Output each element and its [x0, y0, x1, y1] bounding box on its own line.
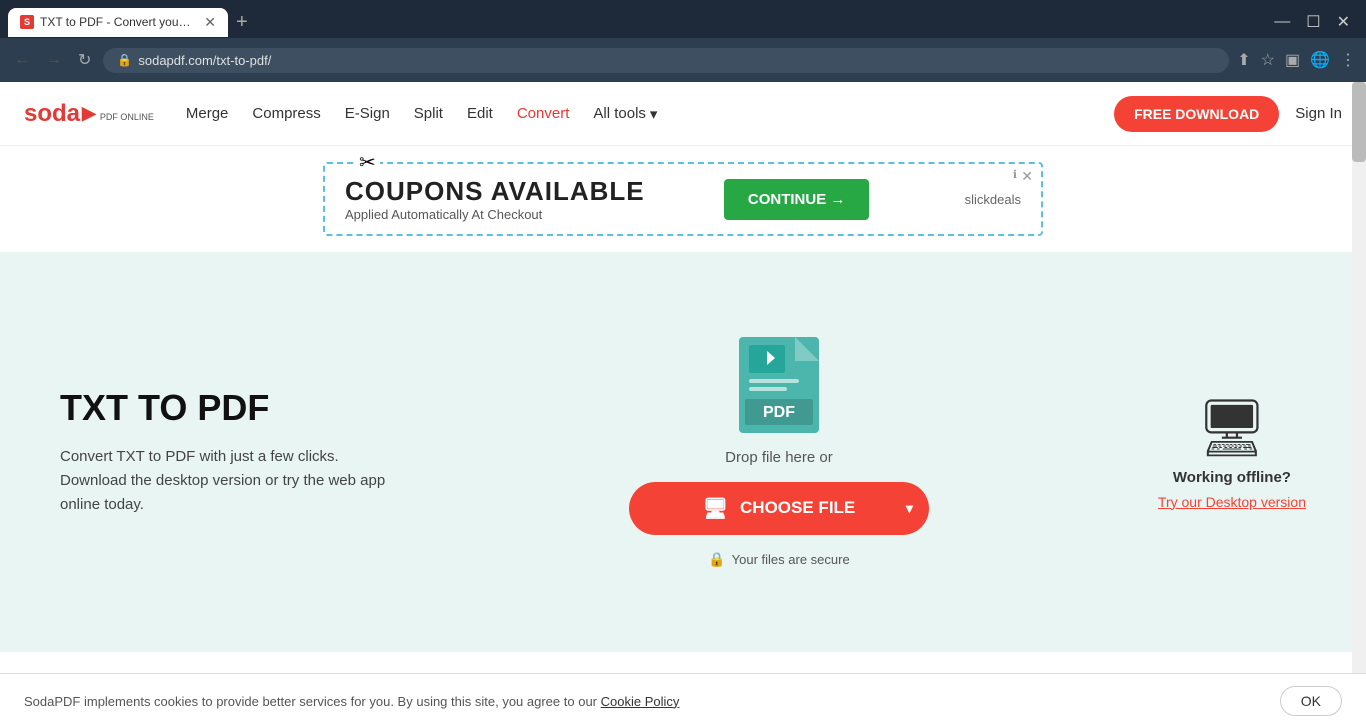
secure-label: Your files are secure — [732, 552, 850, 567]
page-heading: TXT TO PDF — [60, 387, 400, 429]
maximize-icon[interactable]: ☐ — [1306, 12, 1320, 32]
scissors-icon: ✂ — [355, 150, 380, 175]
url-text: sodapdf.com/txt-to-pdf/ — [138, 53, 271, 68]
close-window-icon[interactable]: ✕ — [1337, 12, 1350, 32]
tab-close-icon[interactable]: ✕ — [204, 14, 216, 31]
back-button[interactable]: ← — [10, 49, 34, 71]
minimize-icon[interactable]: — — [1274, 13, 1290, 31]
pdf-file-icon: PDF — [739, 337, 819, 433]
address-bar[interactable]: 🔒 sodapdf.com/txt-to-pdf/ — [103, 48, 1229, 73]
nav-convert[interactable]: Convert — [517, 105, 570, 122]
forward-button[interactable]: → — [42, 49, 66, 71]
browser-actions: ⬆ ☆ ▣ 🌐 ⋮ — [1237, 50, 1356, 70]
window-controls: — ☐ ✕ — [1274, 12, 1358, 32]
lock-icon: 🔒 — [117, 53, 132, 67]
scrollbar-thumb[interactable] — [1352, 82, 1366, 162]
logo-sub-text: PDF ONLINE — [100, 113, 154, 122]
lock-green-icon: 🔒 — [708, 551, 725, 568]
new-tab-button[interactable]: + — [236, 12, 248, 32]
address-bar-row: ← → ↻ 🔒 sodapdf.com/txt-to-pdf/ ⬆ ☆ ▣ 🌐 … — [0, 38, 1366, 82]
offline-heading: Working offline? — [1173, 469, 1291, 486]
nav-merge[interactable]: Merge — [186, 105, 229, 122]
share-icon[interactable]: ⬆ — [1237, 50, 1250, 70]
free-download-button[interactable]: FREE DOWNLOAD — [1114, 96, 1279, 132]
dropdown-chevron-icon[interactable]: ▾ — [906, 500, 913, 517]
slickdeals-logo: slickdeals — [965, 192, 1021, 207]
sidebar-icon[interactable]: ▣ — [1285, 50, 1300, 70]
secure-text-area: 🔒 Your files are secure — [708, 551, 849, 568]
nav-all-tools-label: All tools — [593, 105, 646, 122]
nav-compress[interactable]: Compress — [252, 105, 320, 122]
refresh-button[interactable]: ↻ — [74, 48, 95, 72]
cookie-policy-link[interactable]: Cookie Policy — [601, 694, 680, 709]
tab-title: TXT to PDF - Convert your TXT t... — [40, 15, 194, 29]
ad-info-icon[interactable]: ℹ — [1013, 168, 1017, 181]
logo-area[interactable]: soda ▶ PDF ONLINE — [24, 100, 154, 128]
ad-banner: ✂ COUPONS AVAILABLE Applied Automaticall… — [323, 162, 1043, 236]
center-content: PDF Drop file here or 🖥 CHOOSE FILE ▾ 🔒 … — [460, 337, 1098, 568]
nav-all-tools[interactable]: All tools ▾ — [593, 105, 657, 123]
ad-close-icon[interactable]: ✕ — [1021, 168, 1033, 185]
cookie-ok-button[interactable]: OK — [1280, 686, 1342, 716]
sign-in-button[interactable]: Sign In — [1295, 105, 1342, 122]
main-content: TXT TO PDF Convert TXT to PDF with just … — [0, 252, 1366, 652]
cookie-text: SodaPDF implements cookies to provide be… — [24, 694, 679, 709]
ad-slickdeals: slickdeals — [965, 192, 1021, 207]
scrollbar-track[interactable] — [1352, 82, 1366, 728]
ad-subtitle: Applied Automatically At Checkout — [345, 207, 645, 222]
page-description: Convert TXT to PDF with just a few click… — [60, 445, 400, 517]
right-content: 🖥 Working offline? Try our Desktop versi… — [1158, 395, 1306, 510]
tab-bar: S TXT to PDF - Convert your TXT t... ✕ +… — [0, 0, 1366, 38]
ad-text-area: COUPONS AVAILABLE Applied Automatically … — [345, 176, 645, 222]
choose-file-button[interactable]: 🖥 CHOOSE FILE ▾ — [629, 482, 929, 535]
nav-edit[interactable]: Edit — [467, 105, 493, 122]
choose-file-label: CHOOSE FILE — [740, 498, 855, 518]
monitor-icon: 🖥 — [703, 496, 728, 521]
menu-icon[interactable]: ⋮ — [1340, 50, 1356, 70]
desktop-monitor-icon: 🖥 — [1196, 395, 1267, 461]
nav-esign[interactable]: E-Sign — [345, 105, 390, 122]
drop-text: Drop file here or — [725, 449, 833, 466]
header-actions: FREE DOWNLOAD Sign In — [1114, 96, 1342, 132]
desktop-link[interactable]: Try our Desktop version — [1158, 494, 1306, 510]
site-nav: Merge Compress E-Sign Split Edit Convert… — [186, 105, 1114, 123]
cookie-bar: SodaPDF implements cookies to provide be… — [0, 673, 1366, 728]
bookmark-icon[interactable]: ☆ — [1261, 50, 1275, 70]
site-header: soda ▶ PDF ONLINE Merge Compress E-Sign … — [0, 82, 1366, 146]
active-tab[interactable]: S TXT to PDF - Convert your TXT t... ✕ — [8, 8, 228, 37]
profile-icon[interactable]: 🌐 — [1310, 50, 1330, 70]
ad-title: COUPONS AVAILABLE — [345, 176, 645, 207]
logo-arrow-icon: ▶ — [82, 103, 96, 124]
chevron-down-icon: ▾ — [650, 105, 658, 123]
left-content: TXT TO PDF Convert TXT to PDF with just … — [60, 387, 400, 517]
tab-favicon: S — [20, 15, 34, 29]
ad-continue-button[interactable]: CONTINUE → — [724, 179, 870, 220]
logo-soda-text: soda — [24, 100, 80, 128]
nav-split[interactable]: Split — [414, 105, 443, 122]
svg-text:PDF: PDF — [763, 404, 795, 421]
browser-chrome: S TXT to PDF - Convert your TXT t... ✕ +… — [0, 0, 1366, 82]
